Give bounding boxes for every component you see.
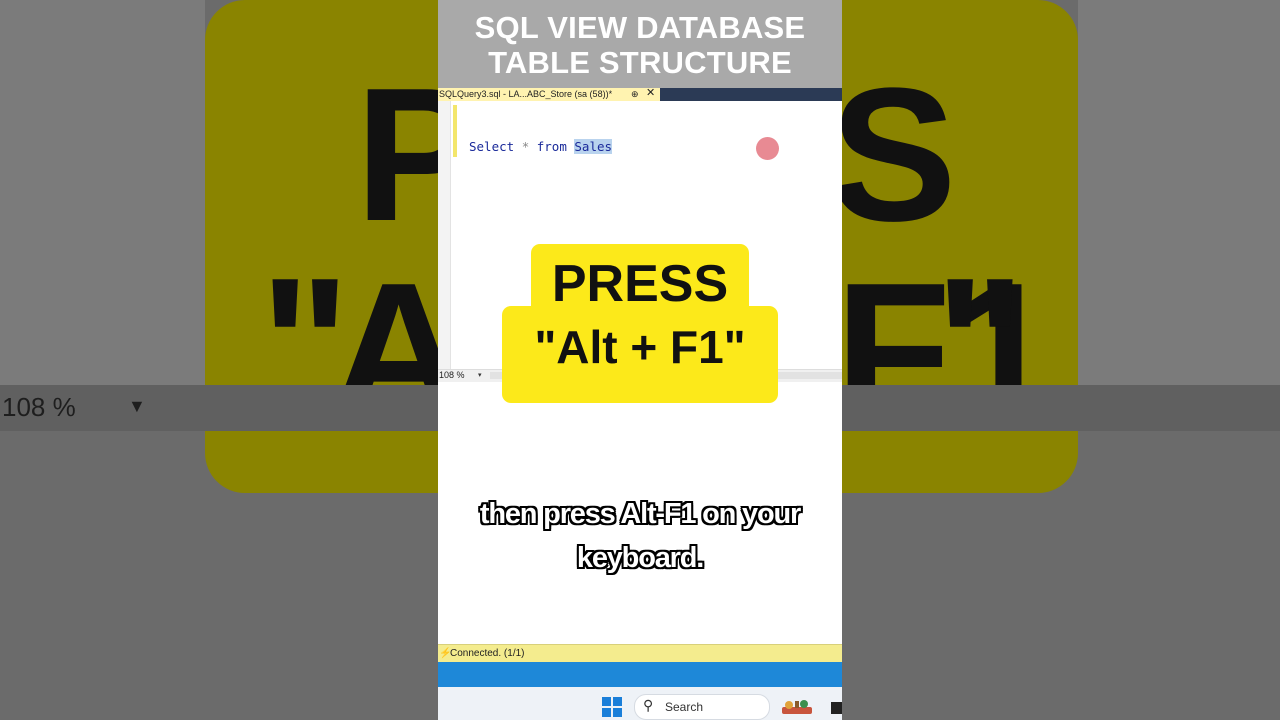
- press-alt-f1-callout: PRESS "Alt + F1": [502, 244, 778, 403]
- caption-line-1: then press Alt-F1 on your: [479, 498, 801, 530]
- search-icon: ⚲: [643, 697, 654, 713]
- editor-gutter: [438, 101, 451, 369]
- taskbar-app-icon[interactable]: [831, 702, 842, 714]
- document-tab-strip: SQLQuery3.sql - LA...ABC_Store (sa (58))…: [438, 87, 842, 101]
- holiday-widget-icon[interactable]: [780, 698, 814, 716]
- tab-sqlquery3[interactable]: SQLQuery3.sql - LA...ABC_Store (sa (58))…: [438, 87, 660, 101]
- background-panel-left: [0, 0, 205, 390]
- connection-status: Connected. (1/1): [450, 648, 525, 659]
- zoom-level[interactable]: 108 %: [439, 370, 465, 381]
- ssms-status-strip: [438, 662, 842, 687]
- title-banner: SQL VIEW DATABASE TABLE STRUCTURE: [438, 0, 842, 88]
- background-panel-right: [1078, 0, 1280, 390]
- query-status-bar: ⚡ Connected. (1/1): [438, 644, 842, 662]
- taskbar-search-box[interactable]: ⚲ Search: [634, 694, 770, 720]
- close-icon[interactable]: ✕: [646, 87, 655, 100]
- search-label: Search: [665, 700, 704, 714]
- background-letter: S: [830, 49, 957, 261]
- title-line-1: SQL VIEW DATABASE: [474, 10, 806, 45]
- title-line-2: TABLE STRUCTURE: [488, 45, 792, 80]
- selected-table-name[interactable]: Sales: [574, 139, 613, 154]
- code-line[interactable]: Select * from Sales: [469, 139, 613, 154]
- video-frame: SQL VIEW DATABASE TABLE STRUCTURE SQLQue…: [438, 0, 842, 720]
- subtitle-caption: then press Alt-F1 on your keyboard.: [458, 492, 822, 580]
- zoom-dropdown-icon[interactable]: ▾: [478, 370, 482, 381]
- callout-line-2: "Alt + F1": [534, 321, 746, 373]
- keyword-select: Select: [469, 139, 515, 154]
- select-star: *: [521, 139, 530, 154]
- change-indicator: [453, 105, 457, 157]
- windows-taskbar: ⚲ Search: [438, 687, 842, 720]
- caption-line-2: keyboard.: [576, 542, 704, 574]
- background-zoom-text: 108 %: [2, 392, 76, 422]
- mouse-cursor-highlight: [756, 137, 779, 160]
- tab-label: SQLQuery3.sql - LA...ABC_Store (sa (58))…: [439, 89, 613, 99]
- pin-icon[interactable]: ⊕: [631, 88, 639, 101]
- background-zoom-caret-icon: ▼: [128, 396, 146, 416]
- callout-line-1: PRESS: [551, 255, 729, 313]
- keyword-from: from: [536, 139, 567, 154]
- windows-start-icon[interactable]: [602, 697, 622, 717]
